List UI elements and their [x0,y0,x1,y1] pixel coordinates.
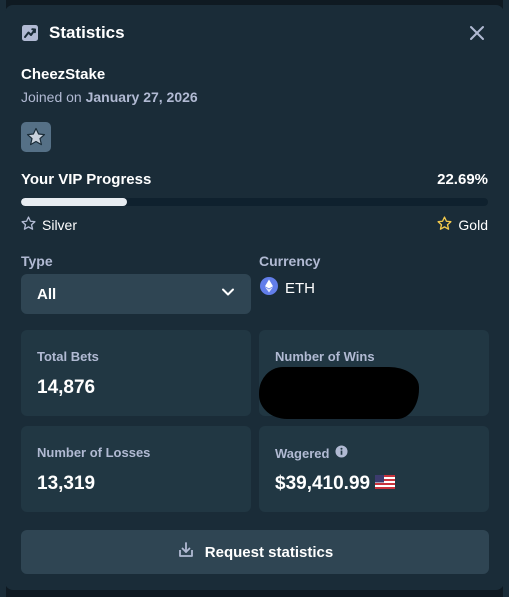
currency-display: ETH [260,277,315,299]
total-bets-label: Total Bets [37,349,99,364]
chart-icon [21,24,39,42]
current-tier: Silver [21,216,77,234]
joined-prefix: Joined on [21,89,82,105]
next-tier-label: Gold [458,217,488,233]
request-statistics-button[interactable]: Request statistics [21,530,489,574]
request-statistics-label: Request statistics [204,543,334,561]
chevron-down-icon [221,285,235,303]
losses-label: Number of Losses [37,445,151,460]
vip-progress-fill [21,198,127,206]
info-icon[interactable] [335,445,348,461]
gold-star-icon [437,216,452,234]
wagered-value: $39,410.99 [275,473,371,494]
us-flag-icon [375,473,396,495]
joined-date: January 27, 2026 [85,89,198,105]
currency-value: ETH [285,279,315,297]
wagered-label-row: Wagered [275,445,348,461]
losses-card: Number of Losses 13,319 [21,426,251,512]
joined-date-text: Joined on January 27, 2026 [21,89,198,105]
current-tier-label: Silver [42,217,78,233]
currency-label: Currency [259,253,321,269]
losses-value: 13,319 [37,473,96,494]
type-select[interactable]: All [21,274,251,314]
total-bets-value: 14,876 [37,377,96,398]
vip-progress-label: Your VIP Progress [21,171,152,188]
wagered-card: Wagered $39,410.99 [259,426,489,512]
redacted-wins-value [259,367,419,419]
wins-card: Number of Wins [259,330,489,419]
download-icon [177,541,195,563]
modal-title: Statistics [49,23,125,42]
silver-star-badge-icon [21,122,51,152]
star-outline-icon [21,216,36,234]
wagered-label: Wagered [275,445,330,461]
total-bets-card: Total Bets 14,876 [21,330,251,416]
vip-progress-percent: 22.69% [437,171,488,188]
modal-header: Statistics [21,22,488,44]
type-select-value: All [37,285,57,303]
username: CheezStake [21,66,106,83]
wagered-value-row: $39,410.99 [275,473,396,495]
close-icon[interactable] [468,24,486,42]
next-tier: Gold [437,216,488,234]
eth-icon [260,277,278,299]
vip-progress-bar [21,198,488,206]
statistics-modal: Statistics CheezStake Joined on January … [5,5,504,590]
type-label: Type [21,253,53,269]
wins-label: Number of Wins [275,349,375,364]
